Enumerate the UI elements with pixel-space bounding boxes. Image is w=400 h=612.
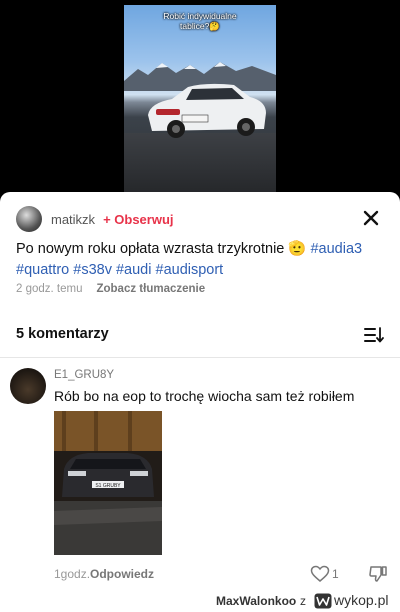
wykop-brand-text[interactable]: wykop.pl [334,592,388,608]
comments-count-heading: 5 komentarzy [16,326,109,342]
hashtag[interactable]: #s38v [73,262,112,278]
post-caption: Po nowym roku opłata wzrasta trzykrotnie… [16,239,388,281]
wykop-logo-icon[interactable] [314,593,332,609]
comment-meta: 1godz. Odpowiedz 1 [54,565,394,585]
hashtag[interactable]: #audi [116,262,151,278]
follow-button[interactable]: + Obserwuj [103,212,173,227]
sort-icon[interactable] [364,326,384,344]
video-area[interactable]: Robić indywidualne tablice?🤔 [0,0,400,192]
reply-button[interactable]: Odpowiedz [90,567,154,581]
commenter-username[interactable]: E1_GRU8Y [54,369,114,381]
post-time: 2 godz. temu [16,283,83,295]
close-icon[interactable] [360,207,382,229]
video-overlay-text: Robić indywidualne tablice?🤔 [124,11,276,31]
comment-text: Rób bo na eop to trochę wiocha sam też r… [54,388,355,404]
overlay-line-2: tablice?🤔 [180,21,220,31]
caption-text: Po nowym roku opłata wzrasta trzykrotnie… [16,241,311,257]
car-image [148,83,266,138]
commenter-avatar[interactable] [10,368,46,404]
dislike-icon[interactable] [368,565,388,583]
post-header: matikzk + Obserwuj [16,205,388,233]
hashtag[interactable]: #audisport [156,262,224,278]
comment-photo[interactable]: S1 GRUBY [54,411,162,555]
like-count: 1 [332,567,339,581]
comment-time: 1godz. [54,567,91,581]
plate-text: S1 GRUBY [95,483,121,489]
hashtag[interactable]: #quattro [16,262,69,278]
road-image [124,133,276,192]
overlay-line-1: Robić indywidualne [163,11,237,21]
post-meta: 2 godz. temu Zobacz tłumaczenie [16,283,205,295]
translate-link[interactable]: Zobacz tłumaczenie [96,283,205,295]
video-thumbnail[interactable]: Robić indywidualne tablice?🤔 [124,5,276,192]
footer-bar: MaxWalonkoo z wykop.pl [0,590,400,612]
footer-username[interactable]: MaxWalonkoo [216,594,296,608]
garage-car-image: S1 GRUBY [54,411,162,555]
comments-sheet: matikzk + Obserwuj Po nowym roku opłata … [0,192,400,590]
hashtag[interactable]: #audia3 [310,241,362,257]
heart-icon[interactable] [310,565,330,583]
divider [0,357,400,358]
author-username[interactable]: matikzk [51,212,95,227]
author-avatar[interactable] [16,206,42,232]
footer-z: z [300,594,306,608]
